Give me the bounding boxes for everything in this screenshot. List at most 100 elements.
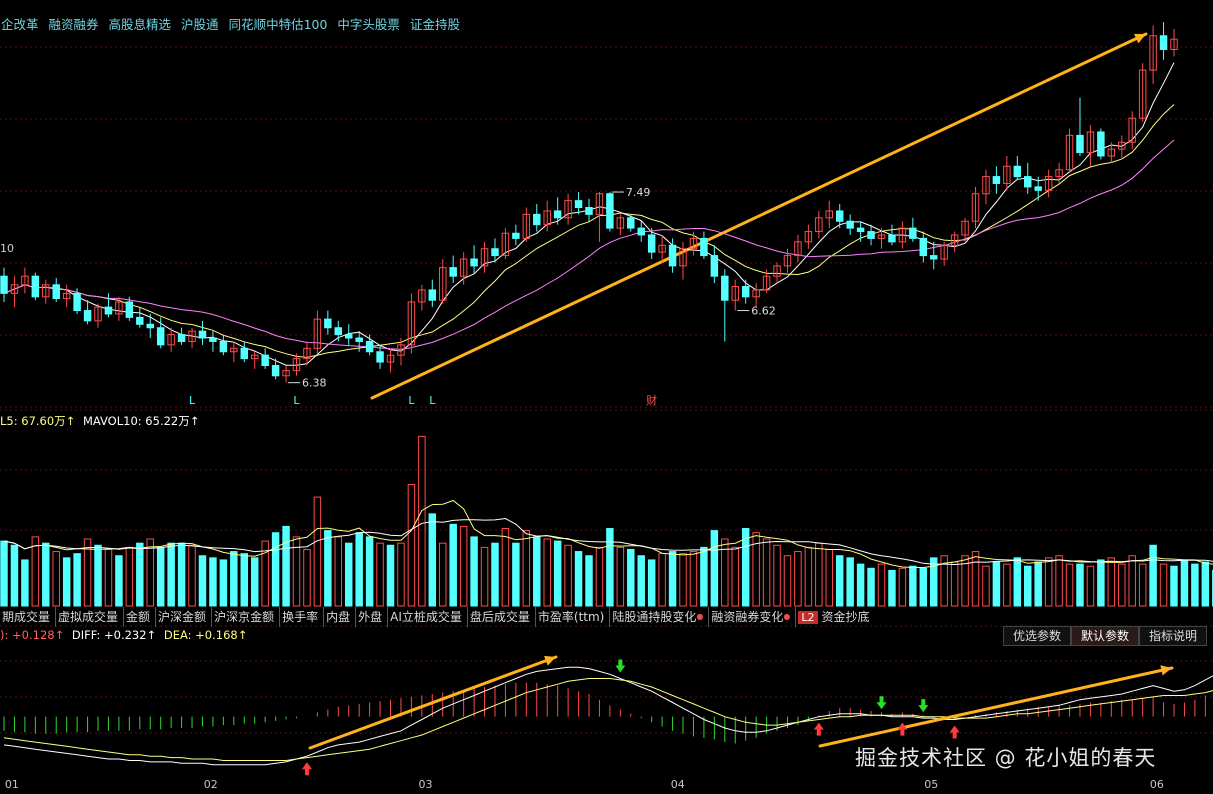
tag-item[interactable]: 高股息精选 xyxy=(108,14,173,32)
default-params-button[interactable]: 默认参数 xyxy=(1071,626,1140,646)
tab-margin[interactable]: 融资融券变化● xyxy=(709,607,797,627)
volume-bar xyxy=(480,546,489,607)
volume-bar xyxy=(564,544,572,607)
tab-virtual-volume[interactable]: 虚拟成交量 xyxy=(56,607,125,627)
candle-body xyxy=(574,200,583,208)
candle-body xyxy=(1159,35,1168,50)
volume-bar xyxy=(971,551,980,607)
candle-body xyxy=(1034,186,1042,191)
tab-turnover[interactable]: 换手率 xyxy=(280,607,325,627)
tag-item[interactable]: 企改革 xyxy=(0,14,40,32)
tab-northbound[interactable]: 陆股通持股变化● xyxy=(610,607,710,627)
sell-arrow-icon xyxy=(918,699,929,713)
tab-amount[interactable]: 金额 xyxy=(124,607,157,627)
volume-bar xyxy=(42,542,50,607)
volume-bar xyxy=(825,548,834,607)
volume-bar xyxy=(1024,565,1032,607)
volume-bar xyxy=(282,525,290,607)
volume-bar xyxy=(491,542,499,607)
volume-bar xyxy=(407,484,416,607)
volume-bar xyxy=(533,536,541,607)
volume-bar xyxy=(992,561,1001,607)
month-label: 01 xyxy=(4,778,19,791)
tab-pe-ttm[interactable]: 市盈率(ttm) xyxy=(536,607,611,627)
volume-bar xyxy=(574,551,583,607)
macd-value: ): +0.128↑ xyxy=(0,628,65,642)
tab-outer[interactable]: 外盘 xyxy=(356,607,389,627)
candle-body xyxy=(83,310,92,322)
tab-sh-sz-bj-amount[interactable]: 沪深京金额 xyxy=(212,607,281,627)
candle-body xyxy=(668,244,677,267)
volume-bar xyxy=(250,557,259,607)
volume-bar xyxy=(1128,555,1136,607)
candle-body xyxy=(0,275,8,294)
volume-bar xyxy=(0,540,8,607)
trend-arrow-icon xyxy=(818,666,1174,748)
volume-bar xyxy=(125,546,134,607)
macd-histogram xyxy=(3,682,1206,744)
tab-inner[interactable]: 内盘 xyxy=(324,607,357,627)
indicator-help-button[interactable]: 指标说明 xyxy=(1139,626,1208,646)
tab-volume[interactable]: 期成交量 xyxy=(0,607,57,627)
volume-bar xyxy=(982,565,990,607)
candle-body xyxy=(553,210,562,219)
candle-body xyxy=(585,207,593,215)
volume-bar xyxy=(637,555,645,607)
volume-bar xyxy=(94,544,102,607)
tag-item[interactable]: 融资融券 xyxy=(48,14,100,32)
volume-bar xyxy=(167,542,175,607)
candle-body xyxy=(888,234,896,243)
candle-body xyxy=(198,330,207,339)
volume-bar xyxy=(156,546,165,607)
tab-after-hours[interactable]: 盘后成交量 xyxy=(468,607,536,627)
tag-item[interactable]: 证金持股 xyxy=(409,14,461,32)
volume-bar xyxy=(428,513,437,607)
sell-arrow-icon xyxy=(876,696,887,710)
l2-badge: L2 xyxy=(798,611,818,624)
month-label: 06 xyxy=(1149,778,1164,791)
price-annotation: 6.62 xyxy=(751,305,776,318)
volume-bar xyxy=(136,542,144,607)
candle-body xyxy=(355,337,363,342)
candle-body xyxy=(156,327,165,346)
volume-bar xyxy=(658,553,666,607)
trend-arrow-icon xyxy=(308,655,558,750)
volume-bar xyxy=(553,540,562,607)
volume-bar xyxy=(856,563,865,607)
volume-bar xyxy=(762,538,771,607)
volume-bar xyxy=(365,536,374,607)
volume-bar xyxy=(898,567,907,607)
volume-bar xyxy=(230,551,238,607)
candle-body xyxy=(741,286,750,298)
tab-ai-volume[interactable]: AI立桩成交量 xyxy=(388,607,468,627)
buy-arrow-icon xyxy=(301,762,312,776)
candle-body xyxy=(533,213,541,226)
candle-body xyxy=(1097,131,1105,157)
candle-body xyxy=(909,227,917,239)
tab-bottom-fishing[interactable]: L2 资金抄底 xyxy=(796,607,874,627)
tag-item[interactable]: 同花顺中特估100 xyxy=(228,14,329,32)
price-annotation: 7.49 xyxy=(626,186,651,199)
volume-bar xyxy=(794,551,802,607)
volume-bar xyxy=(1076,563,1084,607)
candle-body xyxy=(261,354,269,366)
stock-chart[interactable]: 7.49 6.62 6.38 财 L L L L xyxy=(0,0,1213,794)
volume-bar xyxy=(21,559,29,607)
volume-bar xyxy=(1170,565,1178,607)
volume-bar xyxy=(1065,563,1074,607)
preferred-params-button[interactable]: 优选参数 xyxy=(1003,626,1072,646)
tag-item[interactable]: 沪股通 xyxy=(180,14,220,32)
volume-bar xyxy=(386,544,395,607)
tab-sh-sz-amount[interactable]: 沪深金额 xyxy=(156,607,213,627)
candle-body xyxy=(52,284,60,300)
tag-item[interactable]: 中字头股票 xyxy=(336,14,401,32)
candle-body xyxy=(104,306,113,315)
candle-body xyxy=(1024,176,1032,188)
buy-arrow-icon xyxy=(813,722,824,736)
candle-body xyxy=(136,316,144,325)
arrow-head-icon xyxy=(1160,665,1172,676)
volume-bar xyxy=(10,544,19,607)
ma10-line xyxy=(3,104,1175,358)
candle-body xyxy=(606,193,614,229)
volume-bar xyxy=(334,536,343,607)
